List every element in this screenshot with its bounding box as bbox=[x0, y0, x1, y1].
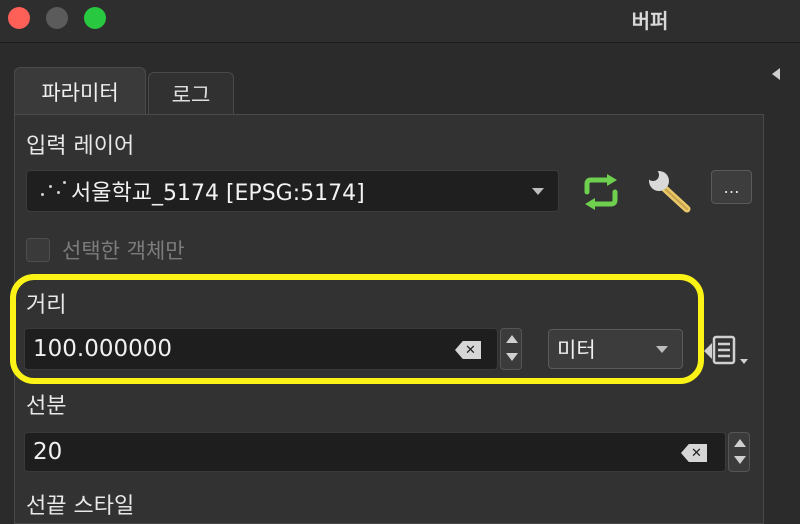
title-bar: 버퍼 bbox=[0, 0, 800, 43]
minimize-window-button[interactable] bbox=[46, 7, 68, 29]
segments-stepper[interactable] bbox=[728, 432, 750, 472]
clear-segments-icon[interactable]: ✕ bbox=[681, 444, 707, 462]
iterate-icon bbox=[584, 174, 618, 210]
selected-features-only-checkbox[interactable] bbox=[26, 238, 50, 262]
data-defined-override-button[interactable] bbox=[704, 335, 750, 367]
wrench-icon bbox=[647, 169, 691, 213]
highlight-annotation bbox=[10, 274, 704, 384]
data-defined-override-icon bbox=[704, 335, 748, 365]
point-layer-icon bbox=[35, 179, 69, 203]
input-layer-label: 입력 레이어 bbox=[26, 134, 135, 159]
step-down-icon[interactable] bbox=[734, 456, 746, 464]
advanced-settings-button[interactable] bbox=[644, 168, 694, 216]
chevron-down-icon bbox=[532, 188, 544, 195]
window-title: 버퍼 bbox=[631, 9, 669, 33]
end-cap-style-label: 선끝 스타일 bbox=[26, 494, 135, 519]
tab-log[interactable]: 로그 bbox=[148, 72, 234, 115]
step-up-icon[interactable] bbox=[734, 439, 746, 447]
collapse-panel-icon[interactable] bbox=[772, 68, 780, 80]
segments-input[interactable]: 20 ✕ bbox=[24, 432, 726, 472]
tab-parameters[interactable]: 파라미터 bbox=[14, 67, 146, 115]
input-layer-select[interactable]: 서울학교_5174 [EPSG:5174] bbox=[26, 170, 559, 212]
iterate-button[interactable] bbox=[578, 172, 624, 212]
zoom-window-button[interactable] bbox=[84, 7, 106, 29]
segments-label: 선분 bbox=[26, 394, 67, 419]
segments-value: 20 bbox=[33, 439, 63, 465]
selected-features-only-label: 선택한 객체만 bbox=[62, 239, 185, 263]
more-options-button[interactable]: … bbox=[711, 170, 752, 204]
input-layer-value: 서울학교_5174 [EPSG:5174] bbox=[71, 181, 365, 206]
close-window-button[interactable] bbox=[8, 7, 30, 29]
